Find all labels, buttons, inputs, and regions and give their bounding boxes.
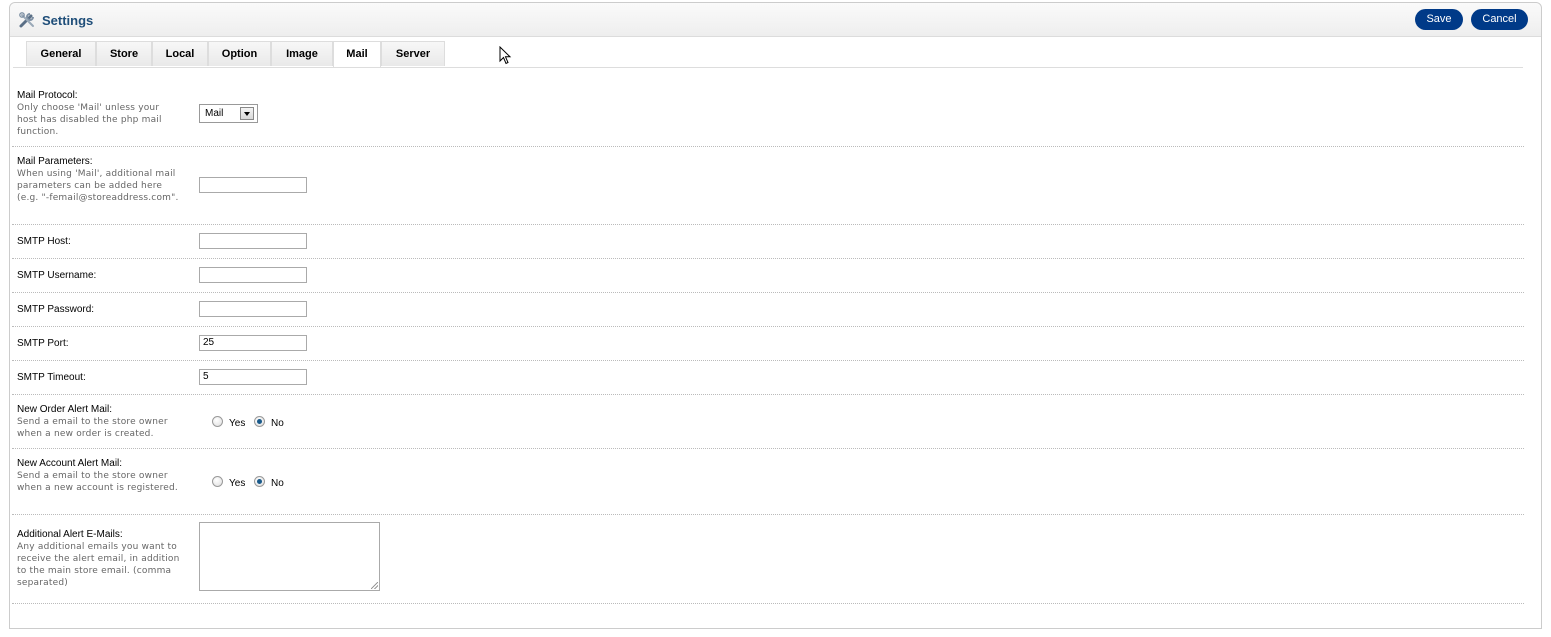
additional-alert-emails-row: Additional Alert E-Mails: Any additional… bbox=[12, 514, 1524, 604]
new-account-alert-yes-label: Yes bbox=[229, 478, 246, 489]
tools-icon bbox=[19, 12, 34, 28]
smtp-timeout-row: SMTP Timeout: bbox=[12, 360, 1524, 395]
smtp-username-label: SMTP Username: bbox=[17, 270, 97, 281]
mail-protocol-row: Mail Protocol: Only choose 'Mail' unless… bbox=[12, 80, 1524, 147]
tab-server[interactable]: Server bbox=[381, 41, 445, 66]
smtp-username-input[interactable] bbox=[199, 267, 307, 283]
mail-protocol-help: Only choose 'Mail' unless your host has … bbox=[17, 103, 162, 137]
new-order-alert-yes-label: Yes bbox=[229, 418, 246, 429]
smtp-timeout-input[interactable] bbox=[199, 369, 307, 385]
additional-alert-emails-label: Additional Alert E-Mails: bbox=[17, 529, 123, 540]
new-account-alert-label: New Account Alert Mail: bbox=[17, 458, 123, 469]
new-order-alert-yes-radio[interactable] bbox=[212, 416, 223, 427]
resize-handle-icon[interactable] bbox=[371, 582, 378, 589]
smtp-host-row: SMTP Host: bbox=[12, 224, 1524, 259]
tab-divider bbox=[13, 67, 1523, 68]
mail-parameters-row: Mail Parameters: When using 'Mail', addi… bbox=[12, 146, 1524, 225]
save-button[interactable]: Save bbox=[1415, 9, 1463, 30]
tab-mail[interactable]: Mail bbox=[333, 41, 381, 68]
new-order-alert-label: New Order Alert Mail: bbox=[17, 404, 113, 415]
tab-option[interactable]: Option bbox=[208, 41, 271, 66]
new-account-alert-no-radio[interactable] bbox=[254, 476, 265, 487]
mail-parameters-help: When using 'Mail', additional mail param… bbox=[17, 169, 179, 203]
new-account-alert-no-label: No bbox=[271, 478, 284, 489]
mail-protocol-value: Mail bbox=[205, 108, 224, 119]
smtp-username-row: SMTP Username: bbox=[12, 258, 1524, 293]
mail-protocol-label: Mail Protocol: bbox=[17, 90, 78, 101]
tab-general[interactable]: General bbox=[26, 41, 96, 66]
new-order-alert-row: New Order Alert Mail: Send a email to th… bbox=[12, 394, 1524, 449]
smtp-port-label: SMTP Port: bbox=[17, 338, 69, 349]
mouse-cursor-icon bbox=[499, 46, 512, 65]
smtp-port-input[interactable] bbox=[199, 335, 307, 351]
cancel-button[interactable]: Cancel bbox=[1471, 9, 1528, 30]
mail-parameters-input[interactable] bbox=[199, 177, 307, 193]
smtp-password-label: SMTP Password: bbox=[17, 304, 95, 315]
tab-store[interactable]: Store bbox=[96, 41, 152, 66]
smtp-host-input[interactable] bbox=[199, 233, 307, 249]
new-account-alert-help: Send a email to the store owner when a n… bbox=[17, 471, 178, 493]
tab-local[interactable]: Local bbox=[152, 41, 208, 66]
panel-heading: Settings Save Cancel bbox=[10, 3, 1541, 37]
additional-alert-emails-textarea[interactable] bbox=[199, 522, 380, 591]
chevron-down-icon[interactable] bbox=[240, 107, 254, 120]
smtp-timeout-label: SMTP Timeout: bbox=[17, 372, 86, 383]
tab-image[interactable]: Image bbox=[271, 41, 333, 66]
additional-alert-emails-help: Any additional emails you want to receiv… bbox=[17, 542, 180, 588]
page-title: Settings bbox=[42, 13, 94, 28]
smtp-port-row: SMTP Port: bbox=[12, 326, 1524, 361]
mail-parameters-label: Mail Parameters: bbox=[17, 156, 93, 167]
smtp-password-row: SMTP Password: bbox=[12, 292, 1524, 327]
smtp-password-input[interactable] bbox=[199, 301, 307, 317]
new-order-alert-help: Send a email to the store owner when a n… bbox=[17, 417, 168, 439]
new-account-alert-yes-radio[interactable] bbox=[212, 476, 223, 487]
mail-protocol-select[interactable]: Mail bbox=[199, 104, 258, 123]
new-order-alert-no-label: No bbox=[271, 418, 284, 429]
new-account-alert-row: New Account Alert Mail: Send a email to … bbox=[12, 448, 1524, 515]
new-order-alert-no-radio[interactable] bbox=[254, 416, 265, 427]
smtp-host-label: SMTP Host: bbox=[17, 236, 71, 247]
